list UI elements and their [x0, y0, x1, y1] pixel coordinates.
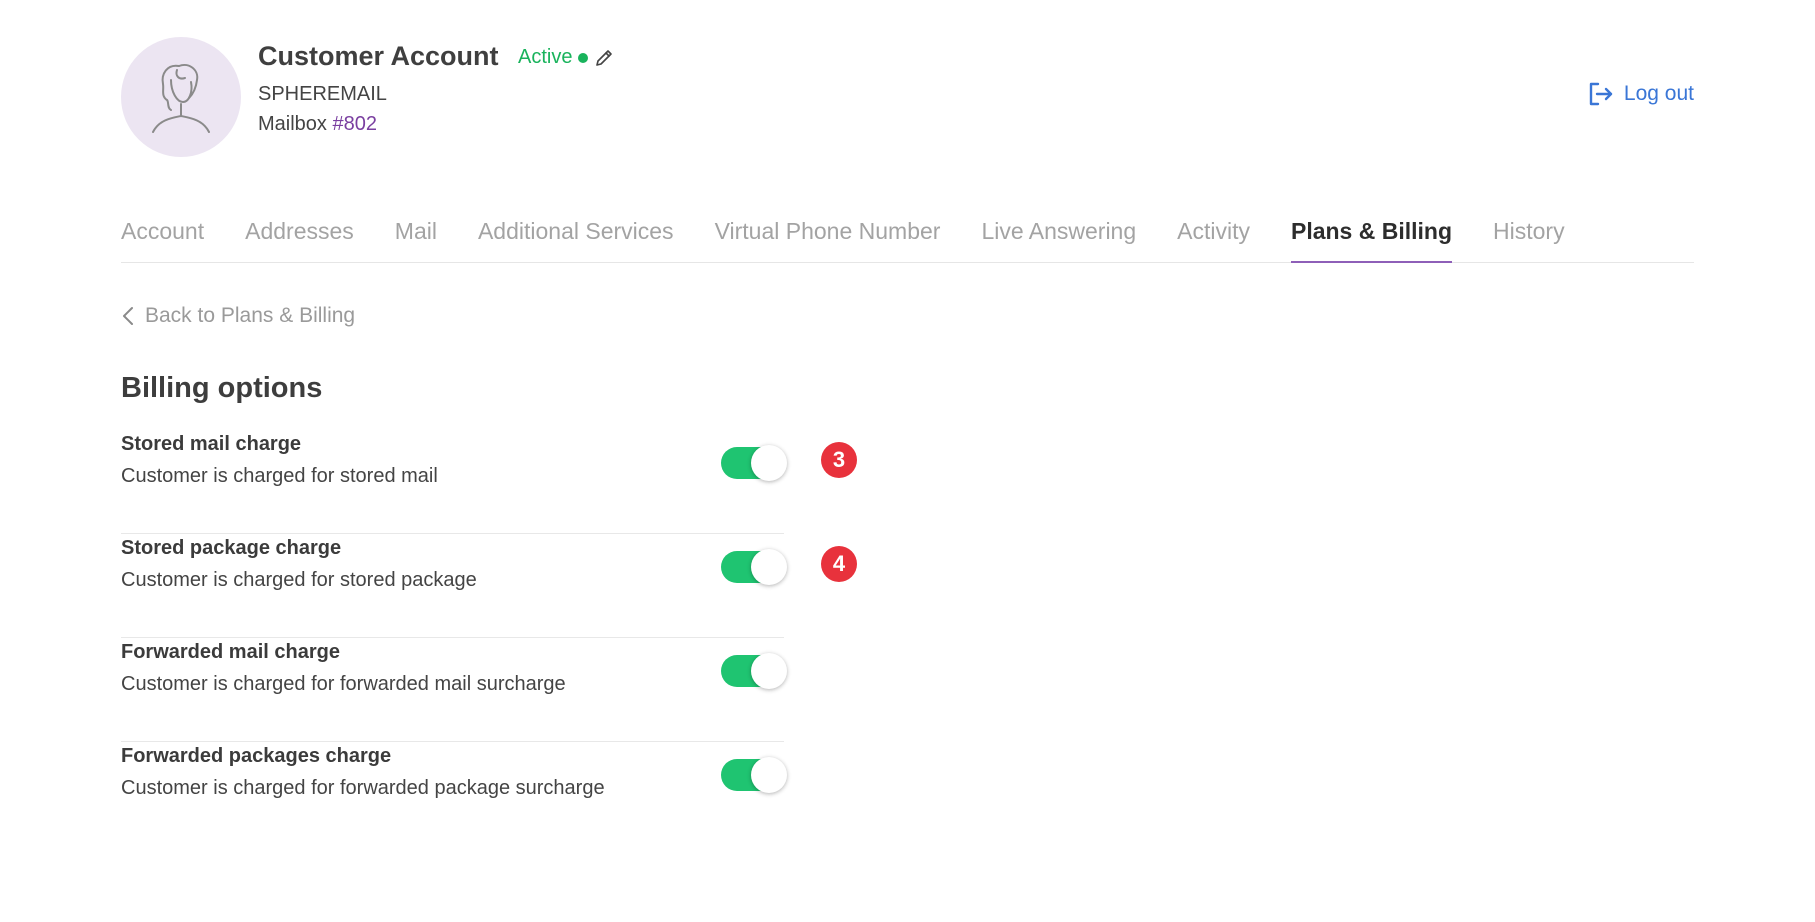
tab-virtual-phone-number[interactable]: Virtual Phone Number	[715, 212, 941, 262]
logout-button[interactable]: Log out	[1588, 81, 1694, 107]
option-description: Customer is charged for stored package	[121, 569, 477, 591]
tab-live-answering[interactable]: Live Answering	[981, 212, 1136, 262]
tab-mail[interactable]: Mail	[395, 212, 437, 262]
toggle-knob	[751, 445, 787, 481]
option-description: Customer is charged for forwarded mail s…	[121, 673, 566, 695]
tab-history[interactable]: History	[1493, 212, 1565, 262]
mailbox-number: #802	[332, 113, 377, 135]
back-link-label: Back to Plans & Billing	[145, 304, 356, 327]
option-title: Stored package charge	[121, 537, 342, 559]
option-title: Forwarded packages charge	[121, 745, 392, 767]
forwarded-packages-charge-toggle[interactable]	[721, 757, 787, 793]
tab-plans-billing[interactable]: Plans & Billing	[1290, 212, 1453, 263]
tab-additional-services[interactable]: Additional Services	[478, 212, 674, 262]
toggle-knob	[751, 757, 787, 793]
billing-options-list: Stored mail charge Customer is charged f…	[121, 430, 857, 845]
option-title: Stored mail charge	[121, 433, 302, 455]
stored-package-charge-toggle[interactable]	[721, 549, 787, 585]
status-badge: Active	[518, 46, 573, 68]
option-forwarded-mail-charge: Forwarded mail charge Customer is charge…	[121, 638, 787, 742]
person-outline-icon	[152, 64, 210, 133]
status-group: Active	[518, 46, 614, 69]
step-badge: 3	[821, 442, 857, 478]
status-dot-icon	[578, 52, 589, 63]
tab-addresses[interactable]: Addresses	[245, 212, 354, 262]
option-description: Customer is charged for stored mail	[121, 465, 438, 487]
step-badge: 4	[821, 546, 857, 582]
option-stored-package-charge: Stored package charge Customer is charge…	[121, 534, 857, 638]
tab-activity[interactable]: Activity	[1177, 212, 1250, 262]
tab-bar: Account Addresses Mail Additional Servic…	[121, 212, 1694, 263]
mailbox-label: Mailbox	[258, 113, 327, 135]
option-forwarded-packages-charge: Forwarded packages charge Customer is ch…	[121, 742, 787, 845]
back-link[interactable]: Back to Plans & Billing	[121, 304, 355, 328]
account-name: Customer Account	[258, 41, 499, 71]
stored-mail-charge-toggle[interactable]	[721, 445, 787, 481]
forwarded-mail-charge-toggle[interactable]	[721, 653, 787, 689]
chevron-left-icon	[123, 307, 133, 325]
logout-icon	[1589, 82, 1613, 106]
tab-account[interactable]: Account	[121, 212, 204, 262]
toggle-knob	[751, 653, 787, 689]
mailbox-info: Mailbox #802	[258, 113, 377, 136]
pencil-icon[interactable]	[594, 48, 614, 68]
option-title: Forwarded mail charge	[121, 641, 340, 663]
account-header: Customer Account Active SPHEREMAIL Mailb…	[121, 37, 1694, 157]
avatar	[121, 37, 241, 157]
company-name: SPHEREMAIL	[258, 83, 387, 105]
logout-label: Log out	[1623, 82, 1694, 105]
option-description: Customer is charged for forwarded packag…	[121, 777, 605, 799]
toggle-knob	[751, 549, 787, 585]
option-stored-mail-charge: Stored mail charge Customer is charged f…	[121, 430, 857, 534]
section-title: Billing options	[121, 372, 323, 404]
